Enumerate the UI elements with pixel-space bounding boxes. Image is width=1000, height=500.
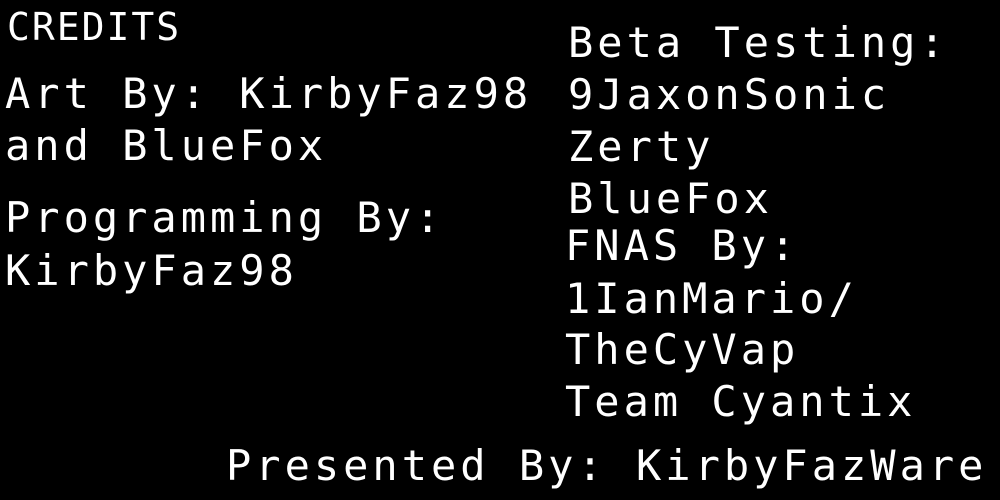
art-credit-line-1: Art By: KirbyFaz98: [5, 69, 533, 118]
presented-by-credit: Presented By: KirbyFazWare: [226, 441, 988, 490]
programming-credit-title: Programming By:: [5, 193, 445, 242]
programming-credit-name: KirbyFaz98: [5, 246, 298, 295]
beta-testing-title: Beta Testing:: [568, 18, 949, 67]
credits-heading: CREDITS: [7, 5, 182, 49]
beta-tester-name: 9JaxonSonic: [568, 70, 891, 119]
art-credit-line-2: and BlueFox: [5, 121, 328, 170]
fnas-credit-title: FNAS By:: [565, 221, 800, 270]
fnas-credit-line: Team Cyantix: [565, 377, 917, 426]
beta-tester-name: BlueFox: [568, 174, 774, 223]
fnas-credit-line: TheCyVap: [565, 325, 800, 374]
fnas-credit-line: 1IanMario/: [565, 274, 858, 323]
beta-tester-name: Zerty: [568, 122, 715, 171]
